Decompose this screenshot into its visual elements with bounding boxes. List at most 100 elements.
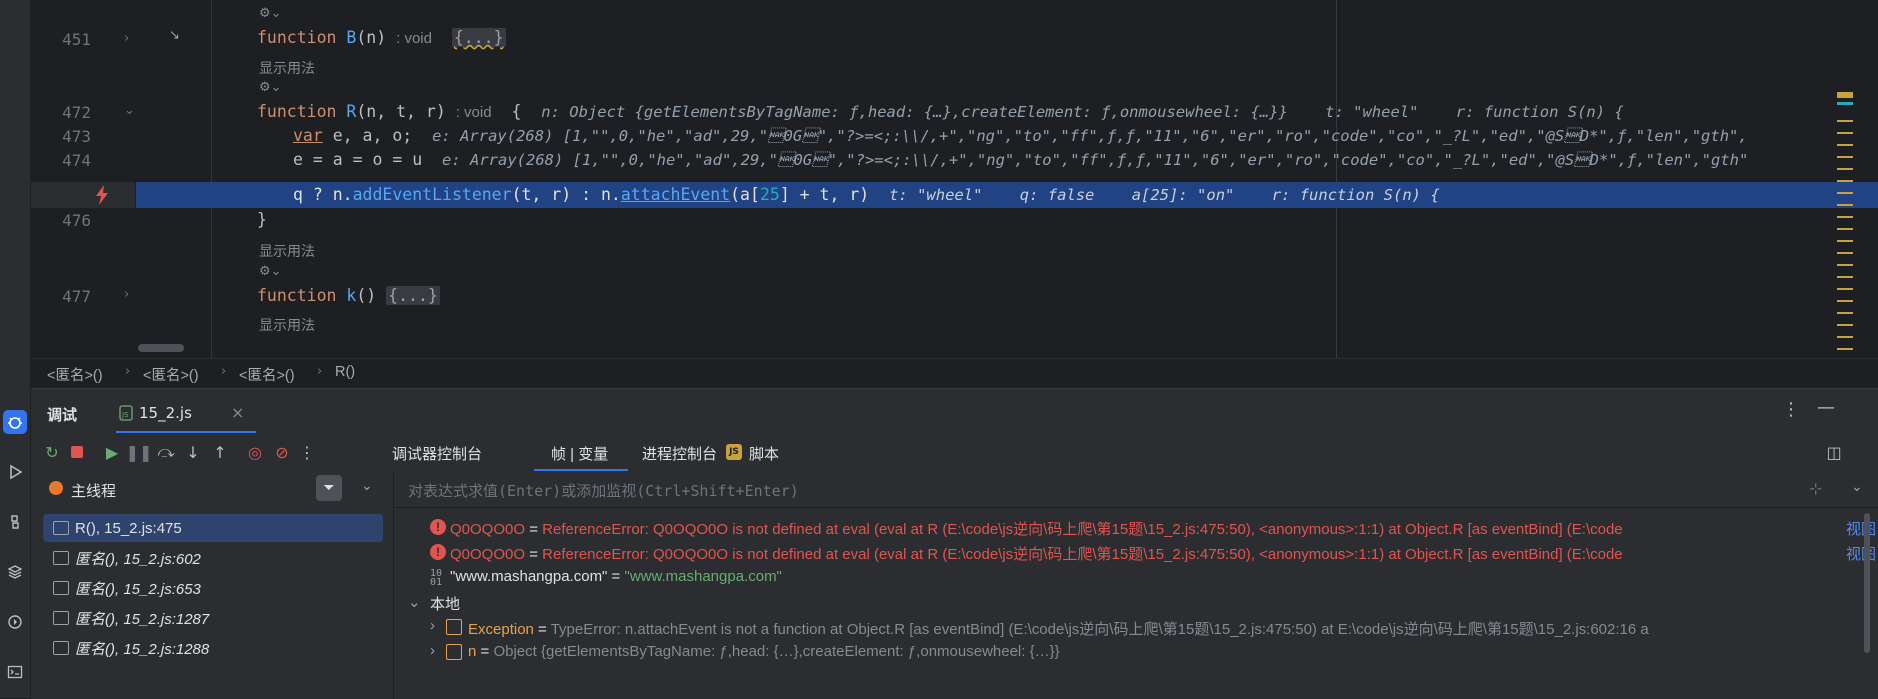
thread-dropdown-chevron-icon[interactable]: ⌄ [361, 478, 373, 494]
frame-item[interactable]: 匿名(), 15_2.js:1287 [43, 604, 383, 632]
breadcrumb-item[interactable]: <匿名>() [143, 364, 199, 385]
evaluate-expression-field[interactable]: 对表达式求值(Enter)或添加监视(Ctrl+Shift+Enter) ⊹ ⌄ [394, 471, 1878, 508]
breadcrumb-item[interactable]: <匿名>() [239, 364, 295, 385]
debug-icon[interactable] [3, 410, 27, 434]
tab-15-2-js[interactable]: JS 15_2.js × [116, 395, 256, 433]
equals: = [525, 521, 543, 538]
line-number: 451 [62, 30, 91, 49]
error-stripe-marker[interactable] [1837, 92, 1853, 98]
tool-window-strip [0, 0, 31, 698]
code-line-473[interactable]: var e, a, o; e: Array(268) [1,"",0,"he",… [293, 126, 1748, 145]
horizontal-scrollbar[interactable] [138, 344, 184, 352]
code-line-474[interactable]: e = a = o = u e: Array(268) [1,"",0,"he"… [293, 150, 1748, 169]
chevron-right-icon[interactable]: › [430, 642, 435, 659]
code-line-477[interactable]: function k() {...} [257, 286, 440, 305]
filter-icon[interactable]: ⏷ [316, 475, 342, 501]
keyword: function [257, 286, 337, 305]
show-usages-link[interactable]: 显示用法 [259, 58, 315, 78]
services-icon[interactable] [3, 610, 27, 634]
add-watch-icon[interactable]: ⊹ [1809, 479, 1822, 498]
function-name: R [346, 102, 357, 121]
expand-fold-icon[interactable]: › [124, 287, 129, 302]
resume-icon[interactable]: ▶ [101, 441, 123, 463]
frame-item[interactable]: R(), 15_2.js:475 [43, 514, 383, 542]
show-usages-link[interactable]: 显示用法 [259, 315, 315, 335]
frame-item[interactable]: 匿名(), 15_2.js:602 [43, 544, 383, 572]
more-options-icon[interactable]: ⋮ [1782, 399, 1800, 420]
chevron-right-icon: › [125, 364, 131, 379]
equals: = [533, 621, 551, 638]
frame-item[interactable]: 匿名(), 15_2.js:653 [43, 574, 383, 602]
more-icon[interactable]: ⋮ [296, 441, 318, 463]
usage-hint-icon[interactable]: ⚙⌄ [259, 80, 282, 95]
number-literal: 25 [759, 185, 780, 204]
watch-row[interactable]: 10 01 "www.mashangpa.com" = "www.mashangp… [394, 566, 1878, 592]
frame-item[interactable]: 匿名(), 15_2.js:1288 [43, 634, 383, 662]
view-breakpoints-icon[interactable]: ◎ [244, 441, 266, 463]
python-console-icon[interactable] [3, 510, 27, 534]
layers-icon[interactable] [3, 560, 27, 584]
collapsed-block[interactable]: {...} [386, 286, 440, 305]
code: e = a = o = u [293, 150, 423, 169]
chevron-right-icon[interactable]: › [430, 617, 435, 634]
scope-row-local[interactable]: ⌄ 本地 [394, 591, 1878, 617]
breadcrumb: <匿名>() › <匿名>() › <匿名>() › R() [31, 358, 1878, 387]
scope-label: 本地 [430, 596, 461, 613]
code: e, a, o; [322, 126, 413, 145]
var-name: Q0OQO0O [450, 521, 526, 538]
frame-label: 匿名(), 15_2.js:602 [75, 550, 201, 568]
collapsed-block[interactable]: {...} [451, 28, 506, 47]
fold-icon[interactable]: ⌄ [124, 103, 135, 118]
close-icon[interactable]: × [231, 403, 244, 422]
view-link[interactable]: 视图 [1846, 543, 1877, 564]
breadcrumb-item[interactable]: <匿名>() [47, 364, 103, 385]
expand-fold-icon[interactable]: › [124, 31, 129, 46]
tab-debugger-console[interactable]: 调试器控制台 [392, 443, 482, 464]
tab-process-console[interactable]: 进程控制台 [642, 443, 717, 464]
view-link[interactable]: 视图 [1846, 518, 1877, 539]
tab-frames-variables[interactable]: 帧 | 变量 [534, 433, 628, 471]
step-into-icon[interactable]: ↘ [169, 28, 180, 43]
layout-icon[interactable]: ◫ [1823, 441, 1845, 463]
code-line-451[interactable]: function B(n) : void {...} [257, 28, 506, 47]
variable-row[interactable]: › n = Object {getElementsByTagName: ƒ,he… [394, 641, 1878, 661]
error-stripe-marker[interactable] [1837, 102, 1853, 105]
line-number: 473 [62, 127, 91, 146]
code: (a[ [730, 185, 760, 204]
breadcrumb-item[interactable]: R() [335, 364, 355, 380]
stop-icon[interactable] [66, 441, 88, 463]
method-name: attachEvent [620, 185, 731, 204]
vertical-scrollbar[interactable] [1864, 513, 1870, 653]
error-stripe-markers[interactable] [1837, 120, 1853, 358]
tab-scripts[interactable]: 脚本 [749, 443, 779, 464]
code-line-475[interactable]: q ? n.addEventListener(t, r) : n.attachE… [293, 185, 1440, 204]
show-usages-link[interactable]: 显示用法 [259, 241, 315, 261]
code-line-472[interactable]: function R(n, t, r) : void { n: Object {… [257, 102, 1624, 121]
rerun-icon[interactable]: ↻ [41, 441, 63, 463]
terminal-icon[interactable] [3, 660, 27, 684]
inline-values: e: Array(268) [1,"",0,"he","ad",29,"0G… [432, 127, 1748, 145]
run-icon[interactable] [3, 460, 27, 484]
line-number: 476 [62, 211, 91, 230]
watch-row[interactable]: ! Q0OQO0O = ReferenceError: Q0OQO0O is n… [394, 541, 1878, 567]
watch-row[interactable]: ! Q0OQO0O = ReferenceError: Q0OQO0O is n… [394, 516, 1878, 542]
code-line-476[interactable]: } [257, 210, 267, 229]
step-over-icon[interactable]: ⤼ [155, 441, 177, 463]
chevron-down-icon[interactable]: ⌄ [1851, 479, 1863, 495]
code-editor[interactable]: ⚙⌄ 451 › ↘ function B(n) : void {...} 显示… [31, 0, 1878, 358]
pause-icon[interactable]: ❚❚ [126, 441, 153, 463]
minimize-icon[interactable]: — [1817, 397, 1835, 418]
usage-hint-icon[interactable]: ⚙⌄ [259, 6, 282, 21]
breakpoint-lightning-icon[interactable] [93, 184, 111, 206]
variable-row[interactable]: › Exception = TypeError: n.attachEvent i… [394, 616, 1878, 642]
mute-breakpoints-icon[interactable]: ⊘ [271, 441, 293, 463]
step-out-icon[interactable]: ↑ [209, 441, 231, 463]
usage-hint-icon[interactable]: ⚙⌄ [259, 264, 282, 279]
line-number: 474 [62, 151, 91, 170]
chevron-down-icon[interactable]: ⌄ [408, 593, 421, 611]
equals: = [607, 568, 625, 585]
equals: = [476, 643, 494, 660]
debug-toolbar: ↻ ▶ ❚❚ ⤼ ↓ ↑ ◎ ⊘ ⋮ 调试器控制台 帧 | 变量 进程控制台 J… [31, 433, 1878, 471]
step-into-icon[interactable]: ↓ [182, 441, 204, 463]
var-value: "www.mashangpa.com" [624, 568, 782, 585]
